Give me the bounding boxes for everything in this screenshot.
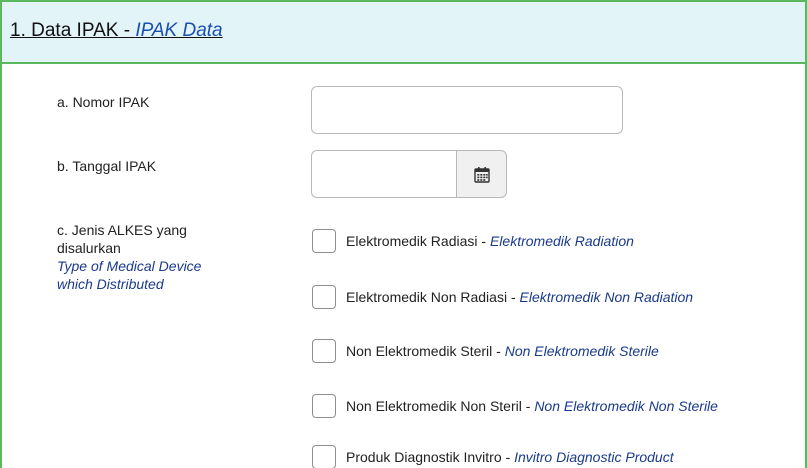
option-label: Elektromedik Non Radiasi - Elektromedik … bbox=[346, 289, 694, 305]
jenis-alkes-label-en-line1: Type of Medical Device bbox=[57, 258, 202, 274]
section-header: 1. Data IPAK - IPAK Data bbox=[2, 2, 805, 64]
date-picker-button[interactable] bbox=[456, 150, 507, 198]
option-label: Produk Diagnostik Invitro - Invitro Diag… bbox=[346, 449, 674, 465]
jenis-alkes-label-line2: disalurkan bbox=[57, 240, 121, 256]
option-elektromedik-non-radiasi[interactable]: Elektromedik Non Radiasi - Elektromedik … bbox=[312, 285, 693, 309]
calendar-icon bbox=[473, 166, 490, 183]
checkbox[interactable] bbox=[312, 285, 336, 309]
checkbox[interactable] bbox=[312, 229, 336, 253]
section-title-separator: - bbox=[118, 20, 136, 41]
option-label: Non Elektromedik Steril - Non Elektromed… bbox=[346, 343, 659, 359]
section-title-en: IPAK Data bbox=[135, 20, 223, 41]
option-produk-diagnostik-invitro[interactable]: Produk Diagnostik Invitro - Invitro Diag… bbox=[312, 445, 674, 468]
nomor-ipak-label: a. Nomor IPAK bbox=[57, 94, 150, 110]
section-title: 1. Data IPAK bbox=[10, 20, 119, 41]
option-non-elektromedik-steril[interactable]: Non Elektromedik Steril - Non Elektromed… bbox=[312, 339, 659, 363]
option-label: Elektromedik Radiasi - Elektromedik Radi… bbox=[346, 233, 634, 249]
checkbox[interactable] bbox=[312, 445, 336, 468]
jenis-alkes-label-en-line2: which Distributed bbox=[57, 276, 164, 292]
checkbox[interactable] bbox=[312, 394, 336, 418]
nomor-ipak-input[interactable] bbox=[311, 86, 623, 134]
option-label: Non Elektromedik Non Steril - Non Elektr… bbox=[346, 398, 718, 414]
jenis-alkes-label: c. Jenis ALKES yang disalurkan Type of M… bbox=[57, 221, 201, 293]
jenis-alkes-label-line1: c. Jenis ALKES yang bbox=[57, 222, 187, 238]
tanggal-ipak-input[interactable] bbox=[311, 150, 457, 198]
checkbox[interactable] bbox=[312, 339, 336, 363]
option-elektromedik-radiasi[interactable]: Elektromedik Radiasi - Elektromedik Radi… bbox=[312, 229, 634, 253]
tanggal-ipak-label: b. Tanggal IPAK bbox=[57, 158, 157, 174]
option-non-elektromedik-non-steril[interactable]: Non Elektromedik Non Steril - Non Elektr… bbox=[312, 394, 718, 418]
ipak-data-panel: 1. Data IPAK - IPAK Data a. Nomor IPAK b… bbox=[0, 0, 807, 468]
